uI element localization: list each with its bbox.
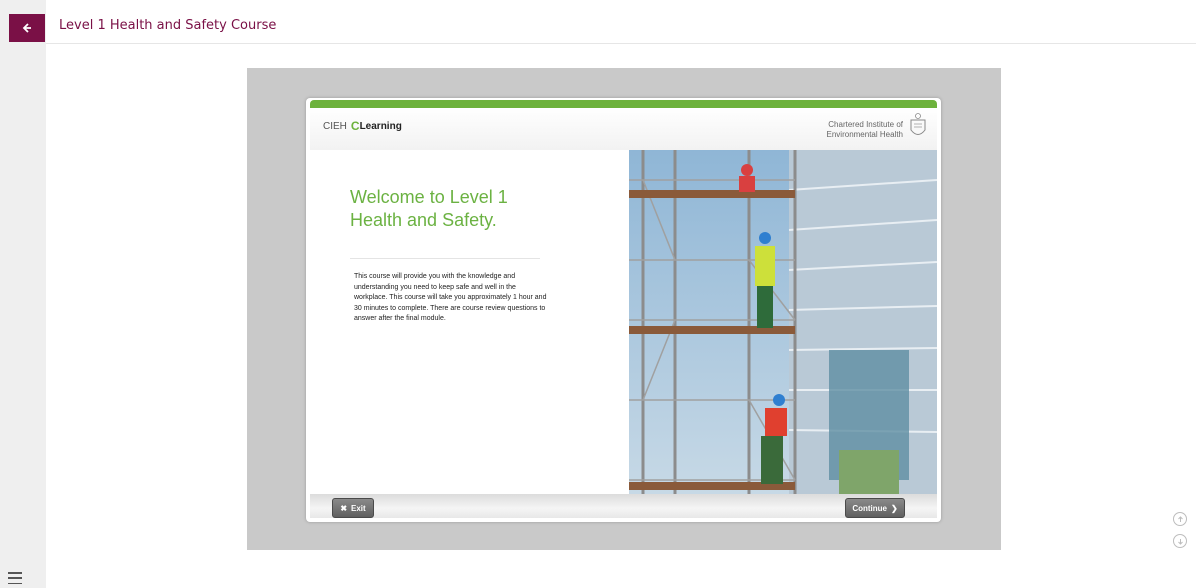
cieh-learning-logo: CIEH C Learning bbox=[323, 119, 402, 133]
scaffolding-photo bbox=[629, 150, 937, 494]
course-player: CIEH C Learning Chartered Institute of E… bbox=[306, 98, 941, 522]
arrow-left-icon bbox=[22, 23, 31, 33]
left-rail bbox=[0, 0, 46, 588]
scroll-up-button[interactable] bbox=[1173, 512, 1187, 526]
welcome-heading: Welcome to Level 1 Health and Safety. bbox=[350, 187, 508, 230]
divider bbox=[350, 258, 540, 259]
arrow-up-circle-icon bbox=[1177, 515, 1183, 522]
menu-button[interactable] bbox=[8, 572, 22, 584]
org-name: Chartered Institute of Environmental Hea… bbox=[826, 120, 903, 139]
close-icon: ✖ bbox=[340, 503, 348, 513]
c-logo-mark: C bbox=[350, 119, 360, 133]
slide-footer: ✖ Exit Continue ❯ bbox=[310, 494, 937, 518]
back-button[interactable] bbox=[9, 14, 45, 42]
crest-icon bbox=[910, 113, 926, 135]
intro-text: This course will provide you with the kn… bbox=[354, 273, 547, 322]
arrow-down-circle-icon bbox=[1177, 538, 1183, 545]
scroll-down-button[interactable] bbox=[1173, 534, 1187, 548]
exit-button[interactable]: ✖ Exit bbox=[332, 498, 374, 518]
slide-header: CIEH C Learning Chartered Institute of E… bbox=[310, 108, 937, 151]
hamburger-icon bbox=[8, 572, 22, 574]
continue-button[interactable]: Continue ❯ bbox=[845, 498, 905, 518]
accent-strip bbox=[310, 100, 937, 108]
slide-body: Welcome to Level 1 Health and Safety. Th… bbox=[310, 150, 937, 494]
chevron-right-icon: ❯ bbox=[890, 503, 898, 513]
top-bar: Level 1 Health and Safety Course bbox=[46, 0, 1196, 44]
course-title: Level 1 Health and Safety Course bbox=[59, 18, 277, 33]
